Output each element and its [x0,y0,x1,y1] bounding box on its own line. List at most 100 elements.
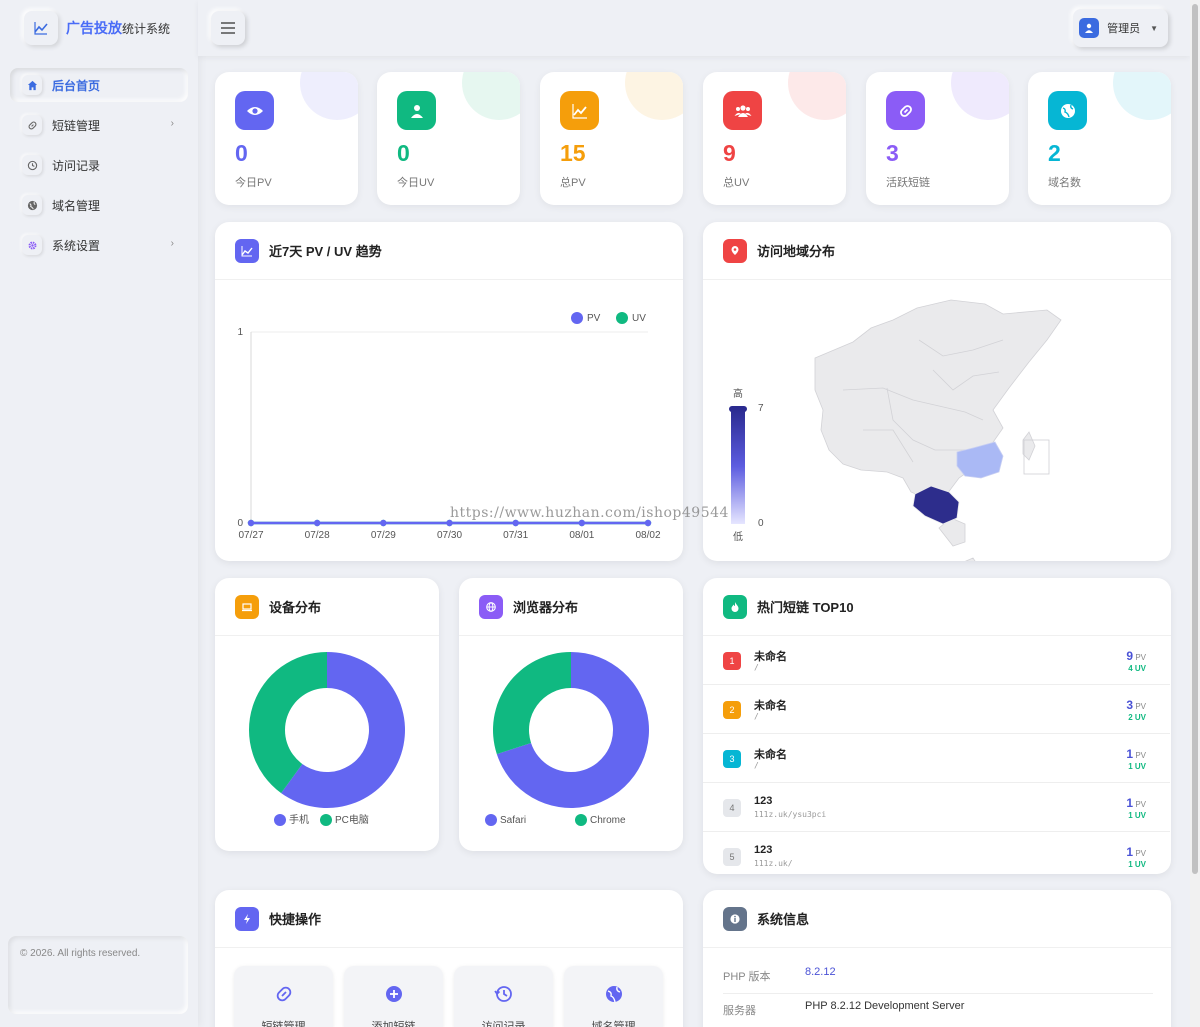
stat-card: 0 今日PV [215,72,358,205]
uv-unit: UV [1134,713,1146,722]
rank-badge: 5 [723,848,741,866]
trend-title: 近7天 PV / UV 趋势 [269,244,382,259]
data-point[interactable] [380,519,387,527]
page-scrollbar[interactable] [1190,0,1200,1027]
logo-title: 广告投放 [66,20,122,36]
scrollbar-thumb[interactable] [1192,4,1198,874]
uv-count: 1 [1128,762,1133,771]
uv-count: 2 [1128,713,1133,722]
top-link-row[interactable]: 5 123 111z.uk/1 PV 1 UV [703,832,1170,874]
link-pv: 1 PV [1126,796,1146,810]
sidebar-item-settings[interactable]: 系统设置 › [10,228,188,262]
user-menu-button[interactable]: 管理员 ▼ [1073,9,1168,47]
logo[interactable]: 广告投放统计系统 [0,0,198,56]
sidebar-item-label: 后台首页 [52,78,101,93]
sidebar-item-label: 域名管理 [52,198,101,213]
watermark: https://www.huzhan.com/ishop49544 [450,505,729,521]
uv-unit: UV [1134,811,1146,820]
stat-card: 3 活跃短链 [866,72,1009,205]
legend-marker[interactable] [616,312,628,324]
top-link-row[interactable]: 1 未命名/9 PV 4 UV [703,636,1170,685]
link-url: / [754,712,759,721]
legend-marker[interactable] [274,814,286,826]
sidebar-item-label: 短链管理 [52,118,101,133]
sidebar-item-label: 访问记录 [52,158,101,173]
quick-action-button[interactable]: 短链管理 [234,966,333,1027]
legend-marker[interactable] [571,312,583,324]
legend-marker[interactable] [575,814,587,826]
quick-action-label: 添加短链 [371,1021,416,1027]
quick-action-button[interactable]: 域名管理 [564,966,663,1027]
browser-chart: Safari Chrome [485,652,649,826]
y-tick-label: 1 [237,327,243,338]
visual-map-scale [731,408,745,524]
caret-down-icon: ▼ [1150,23,1158,33]
stat-value: 15 [560,140,586,166]
stat-decoration [625,72,683,120]
menu-toggle-button[interactable] [211,11,245,45]
data-point[interactable] [313,519,321,527]
user-icon [397,91,436,130]
stat-card: 15 总PV [540,72,683,205]
stat-card: 2 域名数 [1028,72,1171,205]
x-tick-label: 07/31 [503,530,528,541]
stat-decoration [1113,72,1171,120]
users-icon [723,91,762,130]
x-tick-label: 07/28 [305,530,330,541]
map-pin-icon [723,238,747,263]
rank-badge: 4 [723,799,741,817]
top-link-row[interactable]: 4 123 111z.uk/ysu3pci 1 PV 1 UV [703,783,1170,832]
stat-label: 总UV [723,177,750,189]
stat-decoration [951,72,1009,120]
device-chart: 手机 PC电脑 [248,652,405,826]
link-icon [886,91,925,130]
sidebar-item-visits[interactable]: 访问记录 [10,148,188,182]
link-uv: 1 UV [1128,860,1146,869]
globe-icon [22,195,42,215]
link-uv: 2 UV [1128,713,1146,722]
region-high[interactable] [912,485,960,525]
system-info-panel: 系统信息 PHP 版本 8.2.12 服务器 PHP 8.2.12 Develo… [703,890,1171,1027]
sidebar-item-domains[interactable]: 域名管理 [10,188,188,222]
browser-panel: 浏览器分布 Safari Chrome [459,578,683,851]
data-point[interactable] [247,519,255,527]
scale-high-label: 高 [733,387,743,400]
info-row-php: PHP 版本 8.2.12 [723,960,1153,994]
sidebar-item-label: 系统设置 [52,238,101,253]
stat-label: 今日PV [235,177,272,189]
quick-action-button[interactable]: 访问记录 [454,966,553,1027]
legend-marker[interactable] [320,814,332,826]
top-link-row[interactable]: 2 未命名/3 PV 2 UV [703,685,1170,734]
pv-unit: PV [1135,751,1146,760]
geo-panel: 访问地域分布 高 7 0 低 [703,222,1171,561]
stat-decoration [462,72,520,120]
quick-action-button[interactable]: 添加短链 [344,966,443,1027]
scale-max-label: 7 [758,403,764,414]
link-url: / [754,761,759,770]
info-key: PHP 版本 [723,971,771,983]
info-value: 8.2.12 [805,966,836,978]
bolt-icon [235,906,259,931]
sidebar-menu: 后台首页 短链管理 › 访问记录 域名管理 系统设置 › [0,56,198,280]
pie-slice-1[interactable] [493,652,571,755]
eye-icon [235,91,274,130]
sidebar: 广告投放统计系统 后台首页 短链管理 › 访问记录 域名管理 系统设置 › © … [0,0,198,1027]
home-icon [22,75,42,95]
scale-min-label: 0 [758,518,764,529]
link-uv: 1 UV [1128,811,1146,820]
chart-line-icon [235,238,259,263]
pv-unit: PV [1135,800,1146,809]
stat-label: 域名数 [1048,177,1081,189]
top-links-panel: 热门短链 TOP10 1 未命名/9 PV 4 UV 2 未命名/3 PV 2 UV 3 未命… [703,578,1171,874]
stat-label: 总PV [560,177,586,189]
pv-count: 3 [1126,698,1134,712]
info-row-server: 服务器 PHP 8.2.12 Development Server [723,994,1153,1027]
info-icon [723,906,747,931]
sidebar-item-home[interactable]: 后台首页 [10,68,188,102]
sidebar-item-links[interactable]: 短链管理 › [10,108,188,142]
fire-icon [723,594,747,619]
top-link-row[interactable]: 3 未命名/1 PV 1 UV [703,734,1170,783]
legend-marker[interactable] [485,814,497,826]
stat-decoration [300,72,358,120]
y-tick-label: 0 [237,518,243,529]
